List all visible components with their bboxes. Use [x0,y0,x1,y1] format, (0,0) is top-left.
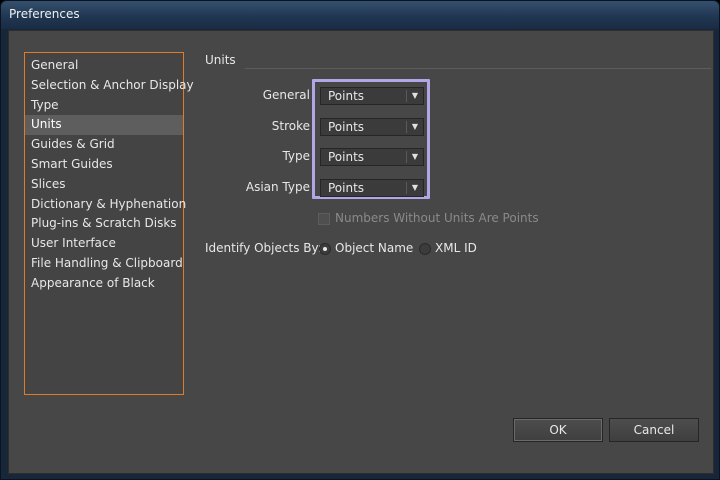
dialog-body: General Selection & Anchor Display Type … [8,30,714,474]
type-units-label: Type [282,149,310,163]
general-units-label: General [262,88,310,102]
chevron-down-icon: ▼ [411,183,419,192]
select-separator [406,151,407,163]
sidebar-item-user-interface[interactable]: User Interface [25,234,183,254]
window-title: Preferences [9,7,80,21]
identify-objects-label: Identify Objects By: [205,241,322,255]
general-units-select[interactable]: Points ▼ [320,87,424,105]
numbers-without-units-checkbox[interactable] [318,213,330,225]
sidebar-item-file-handling-clipboard[interactable]: File Handling & Clipboard [25,254,183,274]
sidebar-item-type[interactable]: Type [25,96,183,116]
sidebar-item-selection-anchor-display[interactable]: Selection & Anchor Display [25,76,194,96]
object-name-radio[interactable] [319,243,331,255]
asian-type-units-value: Points [328,181,365,195]
section-divider [245,68,711,69]
general-units-value: Points [328,89,365,103]
chevron-down-icon: ▼ [411,152,419,161]
select-separator [406,121,407,133]
stroke-units-value: Points [328,120,365,134]
xml-id-label[interactable]: XML ID [435,241,477,255]
stroke-units-label: Stroke [271,119,310,133]
sidebar-item-slices[interactable]: Slices [25,175,183,195]
sidebar-item-units[interactable]: Units [25,115,183,136]
preferences-window: Preferences General Selection & Anchor D… [0,0,720,480]
sidebar-item-appearance-of-black[interactable]: Appearance of Black [25,274,183,294]
object-name-label[interactable]: Object Name [335,241,413,255]
xml-id-radio[interactable] [419,243,431,255]
sidebar-item-general[interactable]: General [25,56,183,76]
chevron-down-icon: ▼ [411,91,419,100]
preferences-category-list[interactable]: General Selection & Anchor Display Type … [24,52,194,395]
type-units-select[interactable]: Points ▼ [320,148,424,166]
asian-type-units-select[interactable]: Points ▼ [320,179,424,197]
sidebar-item-guides-grid[interactable]: Guides & Grid [25,135,183,155]
units-section-title: Units [205,53,236,67]
sidebar-item-plugins-scratch-disks[interactable]: Plug-ins & Scratch Disks [25,214,183,234]
units-dropdown-focus-group: Points ▼ Points ▼ Points ▼ Points ▼ [312,79,430,199]
chevron-down-icon: ▼ [411,122,419,131]
sidebar-item-dictionary-hyphenation[interactable]: Dictionary & Hyphenation [25,195,186,215]
select-separator [406,182,407,194]
stroke-units-select[interactable]: Points ▼ [320,118,424,136]
type-units-value: Points [328,150,365,164]
title-bar[interactable]: Preferences [1,1,719,29]
numbers-without-units-label: Numbers Without Units Are Points [335,211,539,225]
select-separator [406,90,407,102]
radio-dot-icon [323,247,327,251]
ok-button[interactable]: OK [513,418,603,442]
asian-type-units-label: Asian Type [245,180,310,194]
cancel-button[interactable]: Cancel [609,418,699,442]
sidebar-item-smart-guides[interactable]: Smart Guides [25,155,183,175]
